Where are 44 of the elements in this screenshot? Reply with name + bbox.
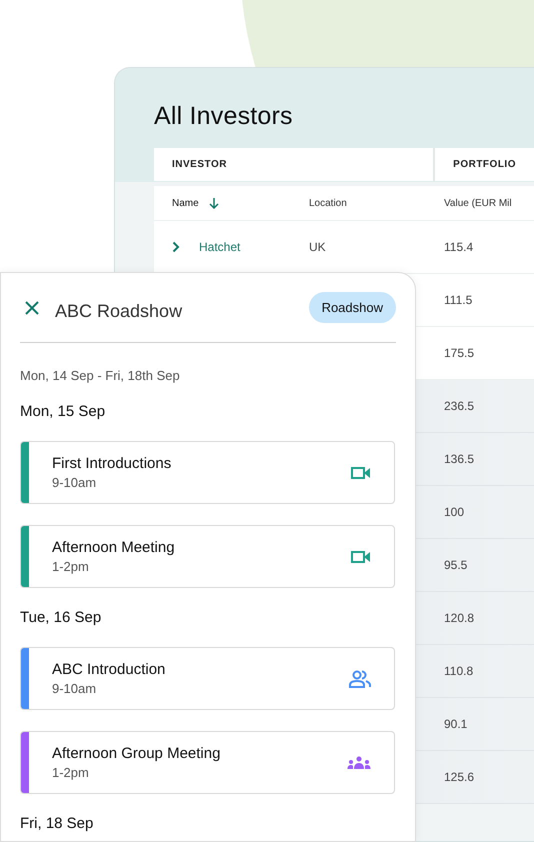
roadshow-tag: Roadshow <box>308 292 396 323</box>
event-title: First Introductions <box>52 455 172 472</box>
day-heading: Tue, 16 Sep <box>20 609 102 626</box>
table-cell: 125.6 <box>444 770 474 784</box>
group-icon <box>347 756 371 770</box>
page-title: All Investors <box>154 102 294 131</box>
event-title: ABC Introduction <box>52 661 166 678</box>
column-header[interactable]: Location <box>309 198 347 208</box>
investor-name-link[interactable]: Hatchet <box>199 240 240 254</box>
event-title: Afternoon Group Meeting <box>52 745 222 762</box>
table-cell: 100 <box>444 505 464 519</box>
table-cell: 110.8 <box>444 664 474 678</box>
table-cell: 136.5 <box>444 452 474 466</box>
table-cell: 236.5 <box>444 399 474 413</box>
event-card[interactable]: Afternoon Meeting 1-2pm <box>20 525 395 588</box>
event-time: 9-10am <box>52 681 98 696</box>
table-cell: UK <box>309 240 326 254</box>
table-cell: 90.1 <box>444 717 468 731</box>
sort-down-icon[interactable] <box>208 197 220 209</box>
day-heading: Fri, 18 Sep <box>20 815 94 832</box>
event-title: Afternoon Meeting <box>52 539 176 556</box>
column-header[interactable]: Name <box>172 198 199 208</box>
event-card[interactable]: ABC Introduction 9-10am <box>20 647 395 710</box>
column-group-header: PORTFOLIO <box>452 158 517 172</box>
date-range: Mon, 14 Sep - Fri, 18th Sep <box>20 368 181 383</box>
event-time: 9-10am <box>52 475 98 490</box>
event-card[interactable]: First Introductions 9-10am <box>20 441 395 504</box>
table-cell: 175.5 <box>444 346 474 360</box>
event-time: 1-2pm <box>52 765 90 780</box>
column-header[interactable]: Value (EUR Mil <box>444 198 512 208</box>
chevron-icon[interactable] <box>172 241 180 253</box>
video-camera-icon <box>351 550 371 564</box>
table-cell: 111.5 <box>444 293 472 307</box>
event-card[interactable]: Afternoon Group Meeting 1-2pm <box>20 731 395 794</box>
day-heading: Mon, 15 Sep <box>20 403 106 420</box>
close-button[interactable] <box>24 300 40 316</box>
video-camera-icon <box>351 466 371 480</box>
people-icon <box>349 670 371 688</box>
table-cell: 120.8 <box>444 611 474 625</box>
panel-title: ABC Roadshow <box>55 300 184 322</box>
table-cell: 95.5 <box>444 558 468 572</box>
table-cell: 115.4 <box>444 240 474 254</box>
event-time: 1-2pm <box>52 559 90 574</box>
column-group-header: INVESTOR <box>154 148 436 181</box>
